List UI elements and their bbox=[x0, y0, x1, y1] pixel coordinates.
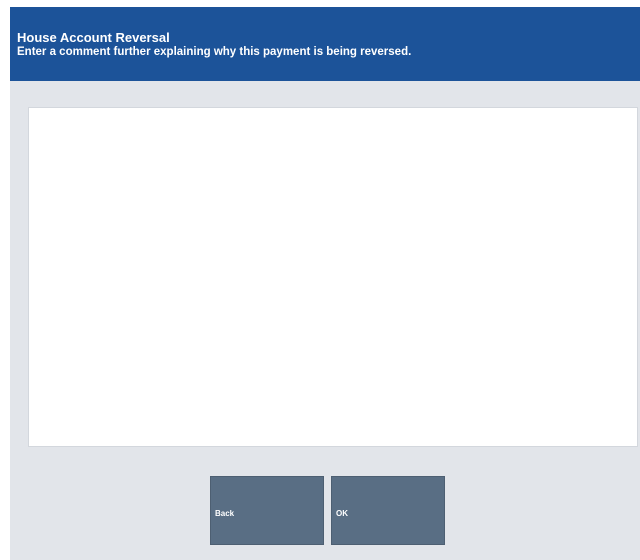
dialog-instructions: Enter a comment further explaining why t… bbox=[17, 46, 412, 58]
ok-button[interactable]: OK bbox=[331, 476, 445, 545]
dialog-header: House Account Reversal Enter a comment f… bbox=[10, 7, 640, 81]
back-button-label: Back bbox=[215, 508, 235, 518]
ok-button-label: OK bbox=[336, 508, 348, 518]
reversal-dialog: House Account Reversal Enter a comment f… bbox=[10, 7, 640, 560]
back-button[interactable]: Back bbox=[210, 476, 324, 545]
comment-input[interactable] bbox=[28, 107, 638, 447]
dialog-title: House Account Reversal bbox=[17, 30, 170, 45]
